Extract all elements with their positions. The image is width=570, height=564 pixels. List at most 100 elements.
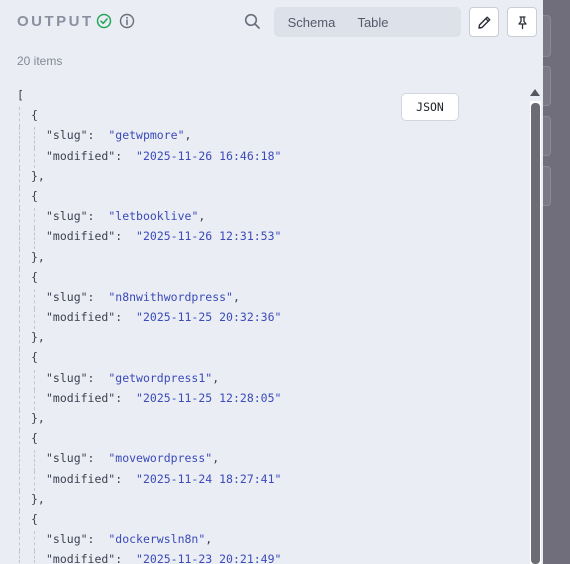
json-key-slug: "slug" [46, 289, 88, 304]
colon-token: : [115, 390, 137, 405]
search-button[interactable] [242, 11, 262, 31]
tab-schema[interactable]: Schema [278, 9, 345, 35]
indent-guide [34, 288, 35, 310]
json-value-modified-quote: " [274, 310, 282, 325]
brace-token: { [31, 269, 38, 284]
tab-table[interactable]: Table [346, 9, 400, 35]
json-row-slug: "slug": "dockerwsln8n", [17, 531, 522, 552]
panel-title: OUTPUT [17, 13, 94, 30]
json-value-slug: getwordpress1 [115, 370, 206, 385]
background-panel-edge [543, 66, 551, 106]
indent-guide [19, 329, 20, 350]
indent-guide [34, 309, 35, 330]
info-icon[interactable] [119, 13, 135, 29]
pin-data-button[interactable] [507, 7, 537, 37]
json-row-modified: "modified": "2025-11-23 20:21:49" [17, 551, 522, 564]
json-value-modified: 2025-11-24 18:27:41 [142, 471, 275, 486]
brace-token: { [31, 350, 38, 365]
indent-guide [19, 389, 20, 410]
json-value-modified-quote: " [274, 390, 282, 405]
json-key-slug: "slug" [46, 451, 88, 466]
indent-guide [19, 127, 20, 148]
edit-output-button[interactable] [469, 7, 499, 37]
json-row-slug: "slug": "n8nwithwordpress", [17, 288, 522, 310]
json-key-modified: "modified" [46, 390, 116, 405]
indent-guide [19, 450, 20, 471]
indent-guide [19, 430, 20, 451]
json-value-slug: getwpmore [115, 128, 178, 143]
json-object-open: { [17, 268, 522, 289]
indent-guide [19, 349, 20, 370]
indent-guide [34, 470, 35, 491]
json-value-modified-quote: " [274, 229, 282, 244]
indent-guide [19, 288, 20, 310]
json-value-modified-quote: " [274, 148, 282, 163]
indent-guide [34, 147, 35, 168]
json-value-slug-quote: " [226, 289, 233, 304]
background-panel-edge [543, 166, 551, 206]
json-row-slug: "slug": "movewordpress", [17, 450, 522, 471]
brace-token: { [31, 511, 38, 526]
json-value-slug: letbooklive [115, 209, 192, 224]
indent-guide [34, 369, 35, 390]
brace-token: }, [31, 168, 45, 183]
brace-token: { [31, 431, 38, 446]
comma-token: , [198, 209, 206, 224]
json-viewer[interactable]: [{"slug": "getwpmore", "modified": "2025-… [17, 87, 522, 564]
indent-guide [19, 551, 20, 564]
json-value-modified-quote: " [136, 390, 143, 405]
json-value-modified-quote: " [136, 471, 143, 486]
comma-token: , [205, 532, 213, 547]
indent-guide [34, 551, 35, 564]
json-value-modified-quote: " [136, 148, 143, 163]
pencil-icon [477, 16, 490, 29]
indent-guide [19, 107, 20, 128]
brace-token: }, [31, 330, 45, 345]
search-icon [244, 13, 260, 29]
indent-guide [19, 208, 20, 229]
indent-guide [19, 531, 20, 552]
colon-token: : [115, 229, 137, 244]
json-row-modified: "modified": "2025-11-25 20:32:36" [17, 309, 522, 330]
indent-guide [19, 268, 20, 289]
json-key-modified: "modified" [46, 148, 116, 163]
indent-guide [34, 127, 35, 148]
colon-token: : [87, 532, 109, 547]
colon-token: : [87, 209, 109, 224]
json-key-slug: "slug" [46, 532, 88, 547]
json-value-slug-quote: " [177, 128, 185, 143]
json-object-close: }, [17, 167, 522, 188]
scrollbar-thumb[interactable] [531, 103, 540, 564]
pin-icon [517, 15, 527, 29]
colon-token: : [115, 148, 137, 163]
background-panel-edge [543, 15, 551, 57]
brace-token: { [31, 188, 38, 203]
check-circle-icon [96, 13, 112, 29]
indent-guide [34, 228, 35, 249]
json-row-modified: "modified": "2025-11-25 12:28:05" [17, 389, 522, 410]
json-value-modified: 2025-11-26 16:46:18 [142, 148, 275, 163]
json-key-slug: "slug" [46, 209, 88, 224]
json-key-slug: "slug" [46, 370, 88, 385]
json-value-modified: 2025-11-25 20:32:36 [142, 310, 275, 325]
brace-token: }, [31, 249, 45, 264]
json-object-close: }, [17, 490, 522, 511]
json-object-open: { [17, 510, 522, 532]
indent-guide [19, 510, 20, 532]
json-value-modified: 2025-11-25 12:28:05 [142, 390, 275, 405]
json-value-modified-quote: " [274, 552, 282, 564]
json-object-open: { [17, 107, 522, 128]
colon-token: : [115, 552, 137, 564]
json-object-close: }, [17, 410, 522, 431]
brace-token: }, [31, 491, 45, 506]
indent-guide [34, 208, 35, 229]
scroll-up-arrow[interactable] [530, 89, 540, 96]
json-row-modified: "modified": "2025-11-26 16:46:18" [17, 147, 522, 168]
json-value-modified-quote: " [136, 310, 143, 325]
json-value-slug: dockerwsln8n [115, 532, 199, 547]
indent-guide [19, 470, 20, 491]
json-key-slug: "slug" [46, 128, 88, 143]
json-object-close: }, [17, 248, 522, 269]
colon-token: : [87, 128, 109, 143]
json-open-bracket: [ [17, 87, 522, 107]
